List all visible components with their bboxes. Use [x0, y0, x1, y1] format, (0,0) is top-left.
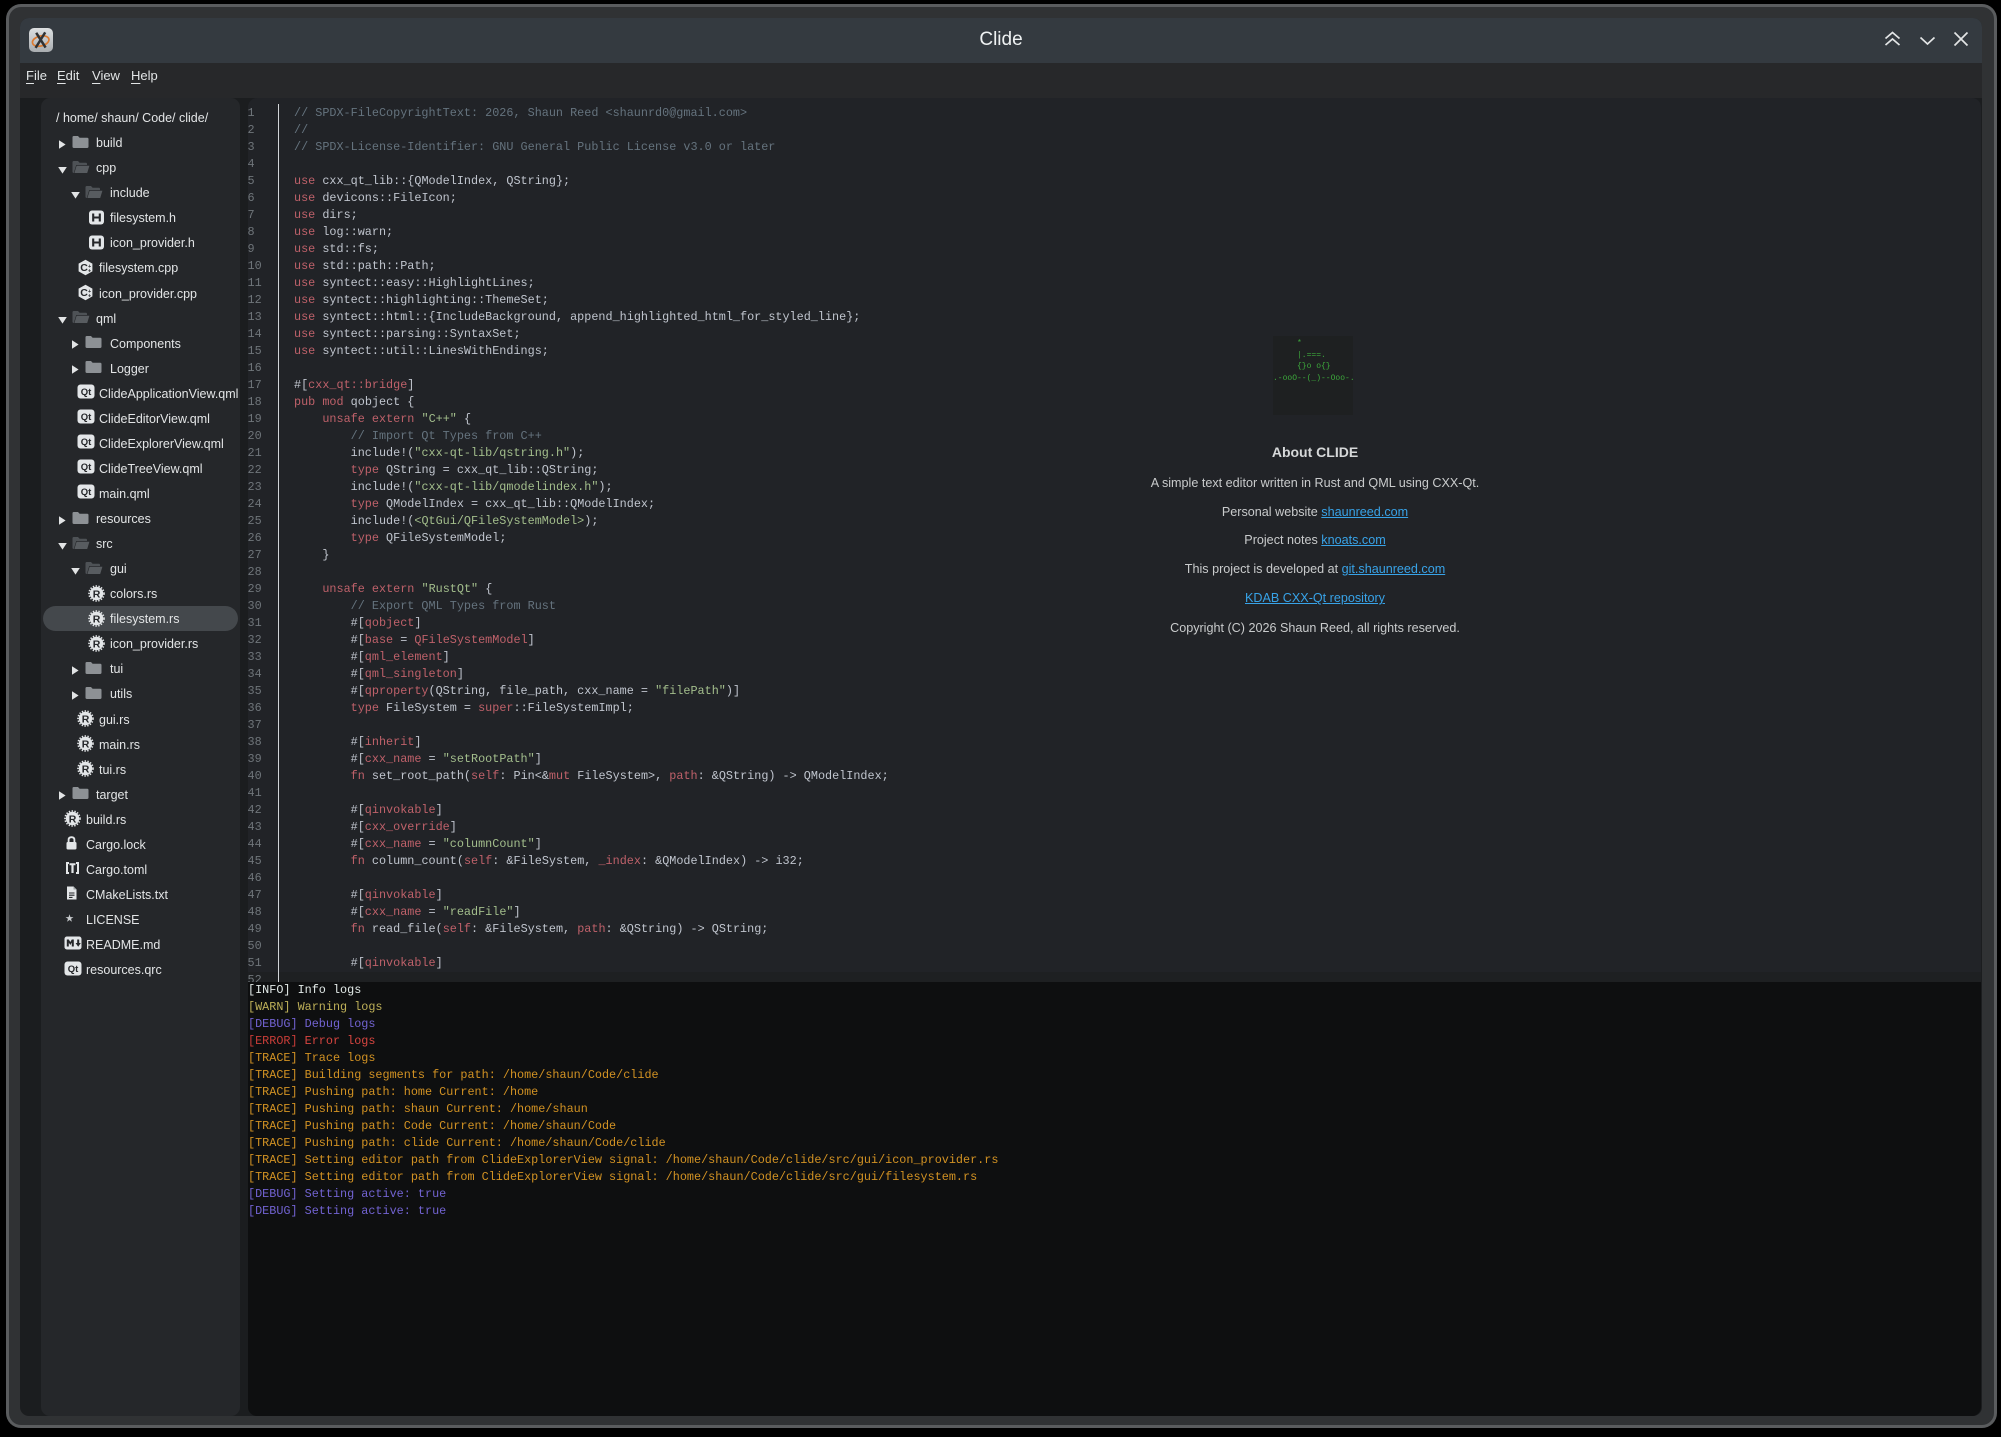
svg-text:Qt: Qt: [81, 412, 92, 423]
svg-text:Qt: Qt: [81, 463, 92, 474]
svg-text:Qt: Qt: [68, 964, 79, 975]
svg-text:Qt: Qt: [81, 437, 92, 448]
svg-text:Qt: Qt: [81, 488, 92, 499]
svg-text:Qt: Qt: [81, 387, 92, 398]
svg-text:R: R: [69, 813, 77, 825]
svg-text:R: R: [93, 638, 101, 650]
svg-text:+: +: [88, 294, 91, 300]
svg-text:R: R: [82, 763, 90, 775]
svg-text:R: R: [82, 738, 90, 750]
svg-text:R: R: [82, 713, 90, 725]
svg-text:R: R: [93, 588, 101, 600]
svg-text:+: +: [88, 268, 91, 274]
svg-text:R: R: [93, 613, 101, 625]
